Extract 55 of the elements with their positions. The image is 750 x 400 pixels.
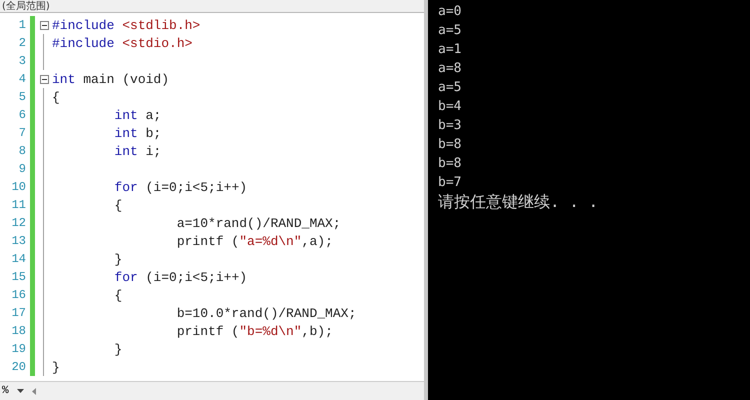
console-output-line: b=7	[438, 174, 462, 192]
line-number: 18	[10, 324, 27, 338]
collapse-icon[interactable]	[40, 74, 48, 84]
code-line: a=10*rand()/RAND_MAX;	[176, 216, 341, 230]
code-line: }	[113, 252, 122, 266]
code-line: int i;	[113, 144, 162, 158]
console-output-line: b=8	[438, 136, 462, 154]
line-number: 14	[10, 252, 27, 266]
line-number: 13	[10, 234, 27, 248]
line-number: 2	[18, 36, 27, 50]
line-number: 9	[18, 162, 27, 176]
console-output-line: a=5	[438, 79, 462, 97]
dropdown-caret-icon[interactable]	[16, 389, 24, 393]
line-number: 12	[10, 216, 27, 230]
code-line: #include <stdlib.h>	[51, 18, 200, 32]
line-number: 5	[18, 90, 27, 104]
code-line: }	[51, 360, 60, 374]
line-number: 17	[10, 306, 27, 320]
line-number: 15	[10, 270, 27, 284]
code-line: printf ("b=%d\n",b);	[176, 324, 333, 338]
line-number: 6	[18, 108, 27, 122]
console-output-line: a=0	[438, 3, 462, 21]
code-line: int b;	[113, 126, 162, 140]
code-line: printf ("a=%d\n",a);	[176, 234, 333, 248]
console-output-line: b=8	[438, 155, 462, 173]
console-output-line: 请按任意键继续. . .	[438, 192, 598, 211]
code-line: }	[113, 342, 122, 356]
console-output-line: b=4	[438, 98, 462, 116]
console-output-line: a=8	[438, 60, 462, 78]
line-number: 16	[10, 288, 27, 302]
code-line: int main (void)	[51, 72, 170, 86]
zoom-level[interactable]: %	[2, 385, 9, 397]
code-line: {	[113, 288, 122, 302]
console-output-line: a=1	[438, 41, 462, 59]
code-line: #include <stdio.h>	[51, 36, 192, 50]
console-output-line: b=3	[438, 117, 462, 135]
scope-dropdown-text[interactable]: (全局范围)	[0, 1, 50, 12]
code-line: {	[51, 90, 60, 104]
line-number: 8	[18, 144, 27, 158]
line-number: 3	[18, 54, 27, 68]
scroll-left-icon[interactable]	[32, 388, 36, 394]
console-output-line: a=5	[438, 22, 462, 40]
line-number: 19	[10, 342, 27, 356]
line-number: 4	[18, 72, 27, 86]
line-number: 1	[18, 18, 27, 32]
code-line: int a;	[113, 108, 162, 122]
code-line: for (i=0;i<5;i++)	[113, 180, 248, 194]
line-number: 11	[10, 198, 27, 212]
line-number: 7	[18, 126, 27, 140]
line-number: 10	[10, 180, 27, 194]
code-line: for (i=0;i<5;i++)	[113, 270, 248, 284]
collapse-icon[interactable]	[40, 20, 48, 30]
line-number: 20	[10, 360, 27, 374]
code-line: b=10.0*rand()/RAND_MAX;	[176, 306, 356, 320]
code-line: {	[113, 198, 122, 212]
